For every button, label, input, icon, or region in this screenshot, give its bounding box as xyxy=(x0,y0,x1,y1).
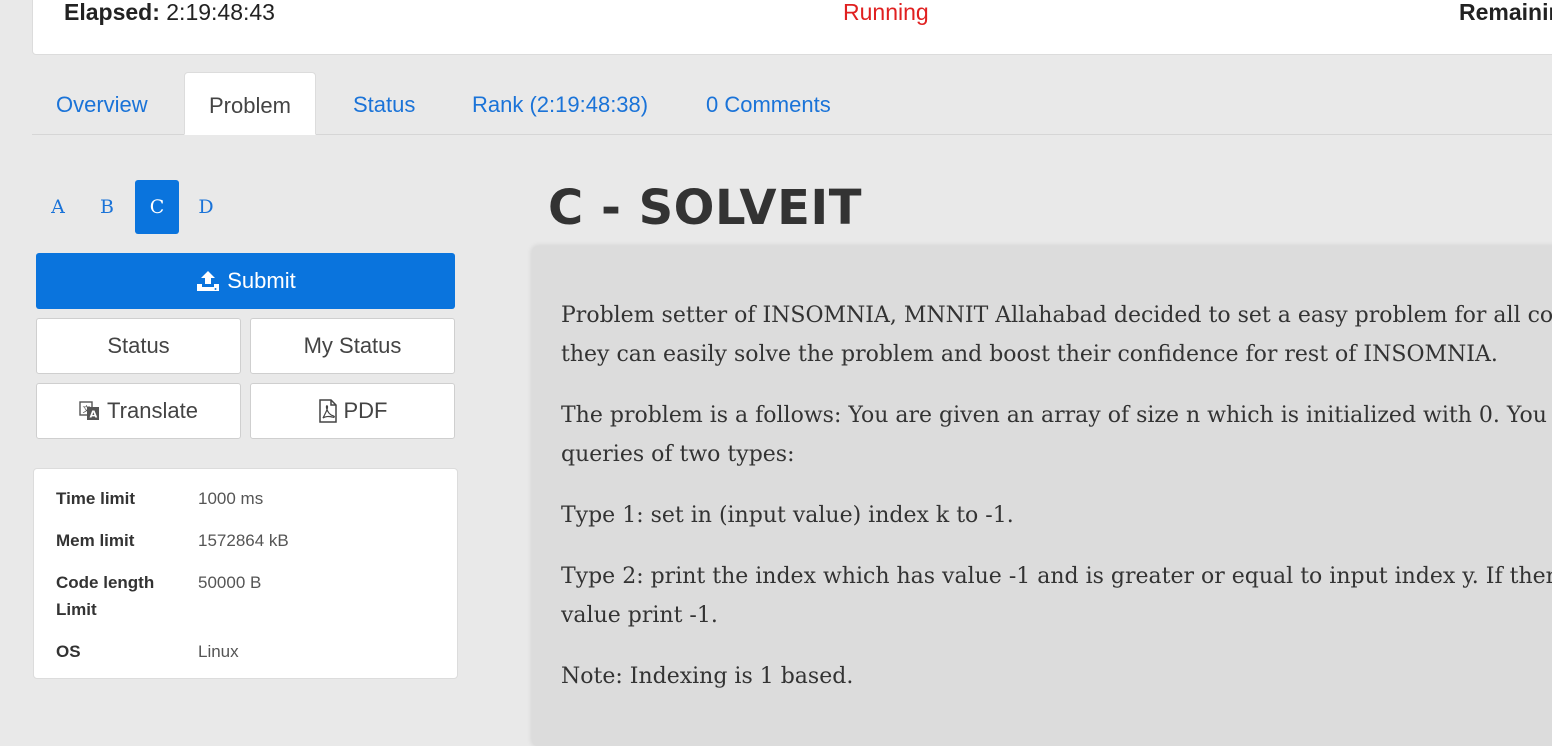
pdf-file-icon xyxy=(318,399,338,423)
description-paragraph: Type 2: print the index which has value … xyxy=(561,564,1552,628)
code-length-label: Code length xyxy=(56,573,155,592)
contest-status: Running xyxy=(843,0,929,25)
mem-limit-label: Mem limit xyxy=(56,531,135,550)
remaining-time-label: Remainin xyxy=(1459,0,1552,25)
time-limit-label: Time limit xyxy=(56,489,136,508)
time-limit-value: 1000 ms xyxy=(198,489,264,508)
description-paragraph: The problem is a follows: You are given … xyxy=(561,403,1552,467)
code-length-value: 50000 B xyxy=(198,573,262,592)
tab-comments[interactable]: 0 Comments xyxy=(682,72,855,134)
svg-text:A: A xyxy=(90,410,98,421)
my-status-button[interactable]: My Status xyxy=(250,318,455,374)
code-length-label-cont: Limit xyxy=(56,600,97,619)
description-paragraph: Note: Indexing is 1 based. xyxy=(561,664,854,689)
problem-b-link[interactable]: B xyxy=(85,180,129,234)
problem-title: C - SOLVEIT xyxy=(548,180,862,236)
upload-icon xyxy=(195,269,221,293)
tab-status[interactable]: Status xyxy=(329,72,439,134)
translate-icon: 文 A xyxy=(79,400,101,422)
status-button[interactable]: Status xyxy=(36,318,241,374)
tab-problem[interactable]: Problem xyxy=(184,72,316,135)
problem-d-link[interactable]: D xyxy=(184,180,228,234)
pdf-button[interactable]: PDF xyxy=(250,383,455,439)
problem-c-link[interactable]: C xyxy=(135,180,179,234)
tab-rank[interactable]: Rank (2:19:48:38) xyxy=(448,72,672,134)
mem-limit-value: 1572864 kB xyxy=(198,531,289,550)
submit-button[interactable]: Submit xyxy=(36,253,455,309)
problem-a-link[interactable]: A xyxy=(36,180,80,234)
contest-timer-bar: Elapsed: 2:19:48:43 Running Remainin xyxy=(32,0,1552,55)
os-label: OS xyxy=(56,642,81,661)
description-paragraph: Problem setter of INSOMNIA, MNNIT Allaha… xyxy=(561,303,1552,367)
problem-description: Problem setter of INSOMNIA, MNNIT Allaha… xyxy=(532,246,1552,746)
translate-button[interactable]: 文 A Translate xyxy=(36,383,241,439)
contest-tabs: Overview Problem Status Rank (2:19:48:38… xyxy=(32,72,1552,135)
problem-limits-card: Time limit 1000 ms Mem limit 1572864 kB … xyxy=(33,468,458,679)
description-paragraph: Type 1: set in (input value) index k to … xyxy=(561,503,1014,528)
os-value: Linux xyxy=(198,642,239,661)
tab-overview[interactable]: Overview xyxy=(32,72,172,134)
elapsed-time: Elapsed: 2:19:48:43 xyxy=(64,0,275,25)
